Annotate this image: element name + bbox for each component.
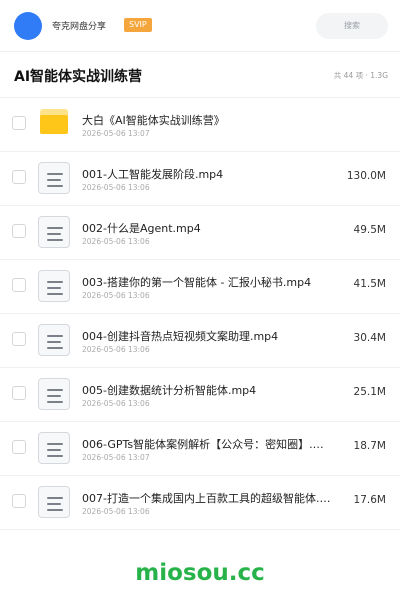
file-date: 2026-05-06 13:07 bbox=[82, 453, 150, 462]
file-row[interactable]: 002-什么是Agent.mp4 2026-05-06 13:06 49.5M bbox=[0, 206, 400, 260]
file-list: 大白《AI智能体实战训练营》 2026-05-06 13:07 001-人工智能… bbox=[0, 98, 400, 530]
row-checkbox[interactable] bbox=[12, 224, 26, 238]
document-icon bbox=[38, 270, 70, 302]
row-checkbox[interactable] bbox=[12, 386, 26, 400]
file-date: 2026-05-06 13:06 bbox=[82, 399, 150, 408]
document-icon bbox=[38, 162, 70, 194]
folder-icon bbox=[40, 109, 68, 134]
row-checkbox[interactable] bbox=[12, 440, 26, 454]
file-name: 004-创建抖音热点短视频文案助理.mp4 bbox=[82, 330, 279, 343]
avatar[interactable] bbox=[14, 12, 42, 40]
file-size: 41.5M bbox=[353, 278, 386, 290]
svip-badge: SVIP bbox=[124, 18, 152, 32]
document-icon bbox=[38, 432, 70, 464]
file-size: 17.6M bbox=[353, 494, 386, 506]
app-name: 夸克网盘分享 bbox=[52, 22, 107, 32]
file-name: 006-GPTs智能体案例解析【公众号：密知圈】.… bbox=[82, 438, 324, 451]
file-name: 007-打造一个集成国内上百款工具的超级智能体.m… bbox=[82, 492, 340, 505]
document-icon bbox=[38, 486, 70, 518]
file-row[interactable]: 004-创建抖音热点短视频文案助理.mp4 2026-05-06 13:06 3… bbox=[0, 314, 400, 368]
file-date: 2026-05-06 13:06 bbox=[82, 183, 150, 192]
document-icon bbox=[38, 324, 70, 356]
file-date: 2026-05-06 13:07 bbox=[82, 129, 150, 138]
file-date: 2026-05-06 13:06 bbox=[82, 237, 150, 246]
file-name: 003-搭建你的第一个智能体 - 汇报小秘书.mp4 bbox=[82, 276, 312, 289]
title-bar: AI智能体实战训练营 共 44 项 · 1.3G bbox=[0, 52, 400, 98]
item-count-summary: 共 44 项 · 1.3G bbox=[333, 71, 388, 80]
file-name: 005-创建数据统计分析智能体.mp4 bbox=[82, 384, 257, 397]
row-checkbox[interactable] bbox=[12, 332, 26, 346]
file-name: 002-什么是Agent.mp4 bbox=[82, 222, 201, 235]
file-size: 18.7M bbox=[353, 440, 386, 452]
file-row[interactable]: 005-创建数据统计分析智能体.mp4 2026-05-06 13:06 25.… bbox=[0, 368, 400, 422]
file-size: 130.0M bbox=[346, 170, 386, 182]
file-date: 2026-05-06 13:06 bbox=[82, 507, 150, 516]
file-row[interactable]: 001-人工智能发展阶段.mp4 2026-05-06 13:06 130.0M bbox=[0, 152, 400, 206]
file-date: 2026-05-06 13:06 bbox=[82, 345, 150, 354]
search-input[interactable]: 搜索 bbox=[316, 13, 388, 39]
watermark: miosou.cc bbox=[135, 560, 265, 586]
file-name: 001-人工智能发展阶段.mp4 bbox=[82, 168, 224, 181]
folder-row[interactable]: 大白《AI智能体实战训练营》 2026-05-06 13:07 bbox=[0, 98, 400, 152]
file-row[interactable]: 003-搭建你的第一个智能体 - 汇报小秘书.mp4 2026-05-06 13… bbox=[0, 260, 400, 314]
document-icon bbox=[38, 216, 70, 248]
file-row[interactable]: 007-打造一个集成国内上百款工具的超级智能体.m… 2026-05-06 13… bbox=[0, 476, 400, 530]
page-title: AI智能体实战训练营 bbox=[14, 69, 143, 85]
document-icon bbox=[38, 378, 70, 410]
file-size: 49.5M bbox=[353, 224, 386, 236]
file-name: 大白《AI智能体实战训练营》 bbox=[82, 114, 225, 127]
file-size: 25.1M bbox=[353, 386, 386, 398]
row-checkbox[interactable] bbox=[12, 278, 26, 292]
row-checkbox[interactable] bbox=[12, 116, 26, 130]
file-size: 30.4M bbox=[353, 332, 386, 344]
row-checkbox[interactable] bbox=[12, 170, 26, 184]
row-checkbox[interactable] bbox=[12, 494, 26, 508]
file-date: 2026-05-06 13:06 bbox=[82, 291, 150, 300]
header: 夸克网盘分享 SVIP 搜索 bbox=[0, 0, 400, 52]
file-row[interactable]: 006-GPTs智能体案例解析【公众号：密知圈】.… 2026-05-06 13… bbox=[0, 422, 400, 476]
